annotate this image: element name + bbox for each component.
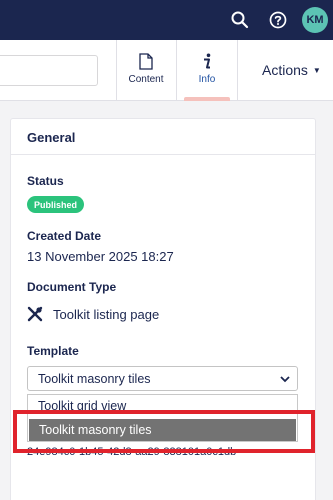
top-bar: KM: [0, 0, 333, 40]
actions-button[interactable]: Actions ▼: [262, 62, 321, 78]
info-icon: [204, 53, 211, 69]
template-dropdown: Toolkit grid view Toolkit masonry tiles: [27, 394, 298, 442]
active-tab-indicator: [184, 97, 230, 101]
document-type-link[interactable]: Toolkit listing page: [27, 306, 159, 322]
document-type-value: Toolkit listing page: [53, 306, 160, 322]
document-id: 24e984c0-1b45-42d8-aa29-838101a0c1db: [27, 446, 237, 458]
tools-icon: [27, 306, 43, 322]
chevron-down-icon: [280, 376, 290, 383]
document-type-label: Document Type: [27, 280, 117, 294]
created-date-label: Created Date: [27, 229, 102, 243]
card-header: General: [11, 119, 315, 155]
template-option-selected[interactable]: Toolkit masonry tiles: [29, 419, 296, 441]
status-label: Status: [27, 174, 64, 188]
help-icon[interactable]: [266, 0, 290, 40]
general-card: General Status Published Created Date 13…: [10, 118, 316, 500]
search-icon[interactable]: [228, 0, 252, 40]
caret-down-icon: ▼: [312, 65, 321, 75]
name-input[interactable]: [0, 55, 98, 86]
template-selected-value: Toolkit masonry tiles: [38, 371, 151, 386]
template-option[interactable]: Toolkit grid view: [28, 395, 297, 417]
header-divider: [237, 40, 238, 101]
actions-label: Actions: [262, 62, 308, 78]
header-divider: [176, 40, 177, 101]
card-title: General: [27, 130, 76, 145]
tab-info-label: Info: [198, 74, 216, 85]
tab-content-label: Content: [128, 74, 164, 85]
header-divider: [116, 40, 117, 101]
created-date-value: 13 November 2025 18:27: [27, 249, 174, 264]
template-label: Template: [27, 344, 79, 358]
user-avatar[interactable]: KM: [302, 7, 328, 33]
tab-info[interactable]: Info: [182, 40, 232, 101]
status-badge: Published: [27, 196, 85, 213]
template-select[interactable]: Toolkit masonry tiles: [27, 366, 298, 391]
document-icon: [139, 53, 153, 70]
tab-content[interactable]: Content: [120, 40, 172, 101]
